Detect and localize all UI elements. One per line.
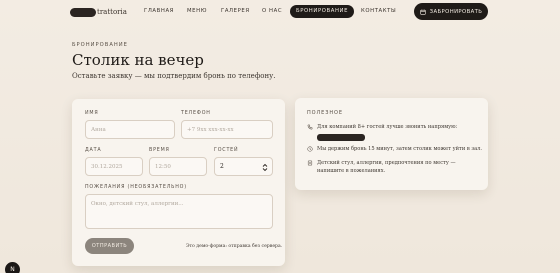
nav-item-about[interactable]: О НАС <box>262 8 282 14</box>
info-row-wishes-text: Детский стул, аллергии, предпочтения по … <box>317 160 456 174</box>
logo-mark <box>70 7 96 17</box>
wishes-label: ПОЖЕЛАНИЯ (НЕОБЯЗАТЕЛЬНО) <box>85 185 187 190</box>
name-label: ИМЯ <box>85 111 99 116</box>
time-input[interactable]: 12:50 <box>149 157 207 176</box>
stepper-arrows-icon[interactable] <box>262 163 268 172</box>
guests-value: 2 <box>220 163 224 170</box>
book-now-button[interactable]: ЗАБРОНИРОВАТЬ <box>414 3 488 20</box>
demo-note: Это демо-форма: отправка без сервера. <box>186 244 283 249</box>
guests-label: ГОСТЕЙ <box>214 148 239 153</box>
info-row-phone: Для компаний 8+ гостей лучше звонить нап… <box>307 124 477 142</box>
nav-item-booking[interactable]: БРОНИРОВАНИЕ <box>290 5 355 18</box>
clock-icon <box>307 146 313 152</box>
name-input[interactable]: Анна <box>85 120 175 139</box>
wishes-textarea[interactable]: Окно, детский стул, аллергии... <box>85 194 273 229</box>
note-icon <box>307 160 313 166</box>
calendar-icon <box>419 9 426 15</box>
page-subtitle: Оставьте заявку — мы подтвердим бронь по… <box>72 72 276 80</box>
top-navigation: trattoria ГЛАВНАЯ МЕНЮ ГАЛЕРЕЯ О НАС БРО… <box>0 0 560 24</box>
redacted-phone-number <box>317 133 365 141</box>
useful-info-card: ПОЛЕЗНОЕ Для компаний 8+ гостей лучше зв… <box>295 98 488 190</box>
book-now-label: ЗАБРОНИРОВАТЬ <box>429 8 483 15</box>
phone-input[interactable]: +7 9xx xxx-xx-xx <box>181 120 273 139</box>
brand-logo[interactable]: trattoria <box>70 6 127 18</box>
nav-item-home[interactable]: ГЛАВНАЯ <box>144 8 174 14</box>
phone-label: ТЕЛЕФОН <box>181 111 211 116</box>
info-title: ПОЛЕЗНОЕ <box>307 110 343 116</box>
time-label: ВРЕМЯ <box>149 148 170 153</box>
info-row-text: Для компаний 8+ гостей лучше звонить нап… <box>317 124 482 141</box>
booking-form: ИМЯ Анна ТЕЛЕФОН +7 9xx xxx-xx-xx ДАТА 3… <box>72 99 285 266</box>
info-row-hold: Мы держим бронь 15 минут, затем столик м… <box>307 146 482 154</box>
date-label: ДАТА <box>85 148 102 153</box>
nav-item-menu[interactable]: МЕНЮ <box>187 8 207 14</box>
date-input[interactable]: 30.12.2025 <box>85 157 143 176</box>
info-row-hold-text: Мы держим бронь 15 минут, затем столик м… <box>317 146 482 152</box>
nav-item-gallery[interactable]: ГАЛЕРЕЯ <box>221 8 250 14</box>
corner-badge[interactable]: N <box>5 262 20 273</box>
guests-stepper[interactable]: 2 <box>214 157 273 176</box>
nav-item-contacts[interactable]: КОНТАКТЫ <box>361 8 396 14</box>
section-eyebrow: БРОНИРОВАНИЕ <box>72 42 128 48</box>
submit-button[interactable]: ОТПРАВИТЬ <box>85 238 134 254</box>
info-row-phone-text: Для компаний 8+ гостей лучше звонить нап… <box>317 124 458 130</box>
info-row-wishes: Детский стул, аллергии, предпочтения по … <box>307 160 477 176</box>
phone-icon <box>307 124 313 130</box>
brand-name: trattoria <box>97 8 127 16</box>
page-title: Столик на вечер <box>72 51 204 69</box>
